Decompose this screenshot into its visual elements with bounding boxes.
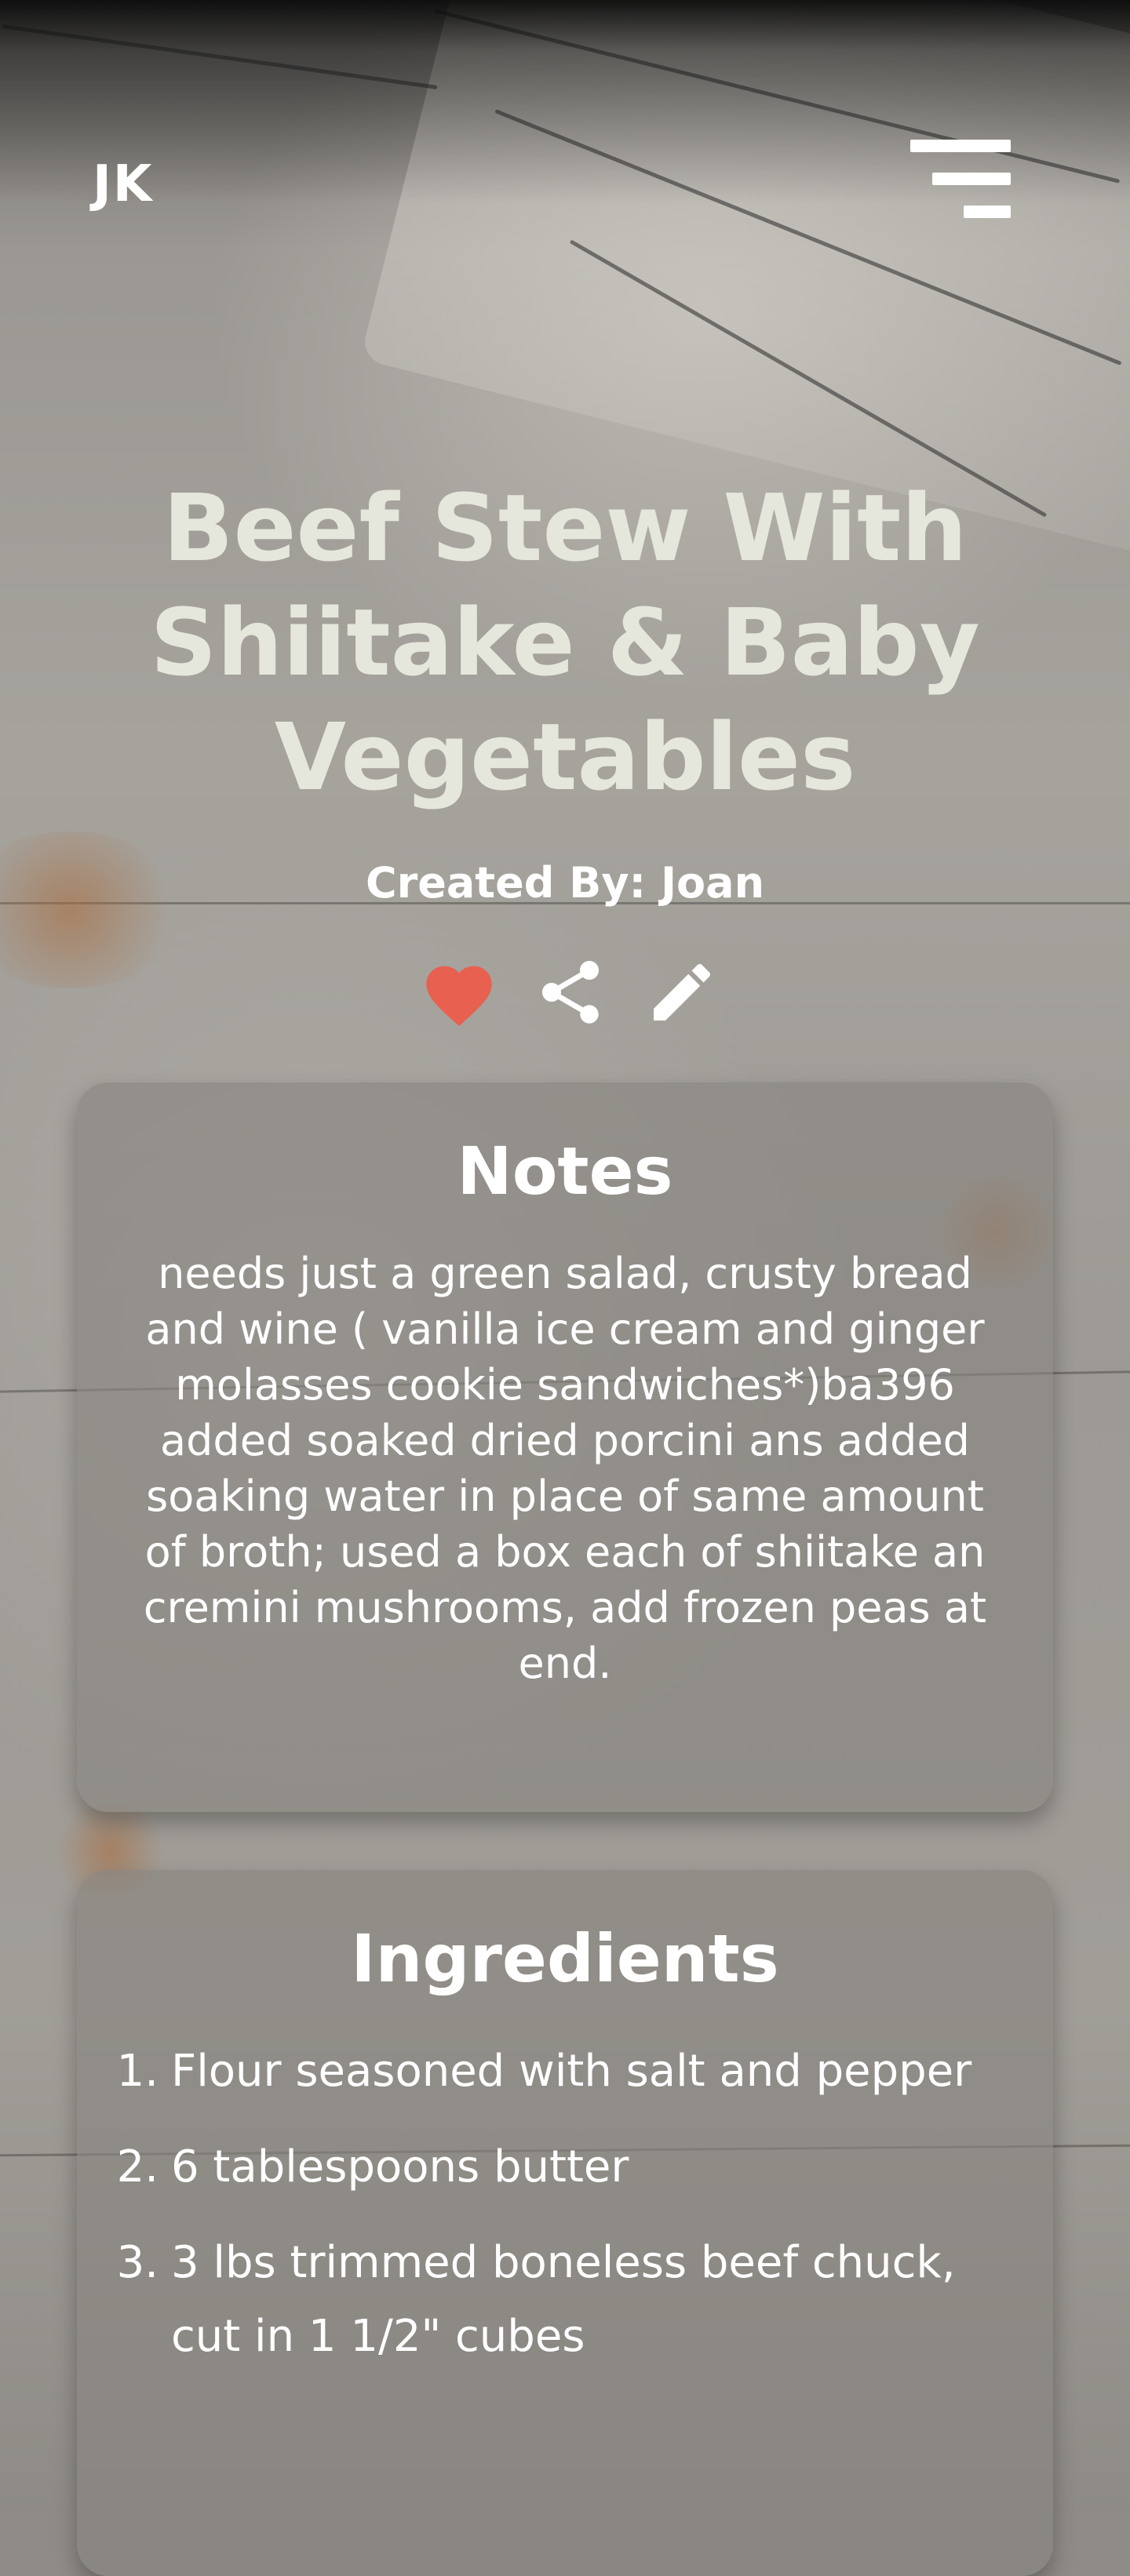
list-item: 3. 3 lbs trimmed boneless beef chuck, cu… [116, 2237, 956, 2362]
list-item: 1. Flour seasoned with salt and pepper [116, 2046, 972, 2097]
recipe-actions [416, 949, 730, 1035]
list-item: 2. 6 tablespoons butter [116, 2141, 629, 2192]
ingredients-list: 1. Flour seasoned with salt and pepper 2… [77, 2035, 1022, 2374]
menu-icon [910, 140, 1011, 152]
share-icon [542, 961, 599, 1024]
share-button[interactable] [527, 949, 614, 1035]
ingredients-card: Ingredients 1. Flour seasoned with salt … [77, 1870, 1053, 2576]
notes-card: Notes needs just a green salad, crusty b… [77, 1082, 1053, 1812]
notes-text: needs just a green salad, crusty bread a… [143, 1249, 987, 1688]
ingredients-heading: Ingredients [351, 1920, 779, 1997]
logo[interactable]: JK [93, 155, 153, 213]
notes-heading: Notes [457, 1133, 673, 1210]
pencil-icon [654, 963, 711, 1021]
favorite-button[interactable] [416, 949, 502, 1035]
edit-button[interactable] [639, 949, 725, 1035]
created-by: Created By: Joan [365, 858, 765, 908]
menu-button[interactable] [910, 140, 1014, 218]
recipe-title: Beef Stew With Shiitake & Baby Vegetable… [150, 474, 980, 811]
heart-icon [426, 966, 492, 1027]
